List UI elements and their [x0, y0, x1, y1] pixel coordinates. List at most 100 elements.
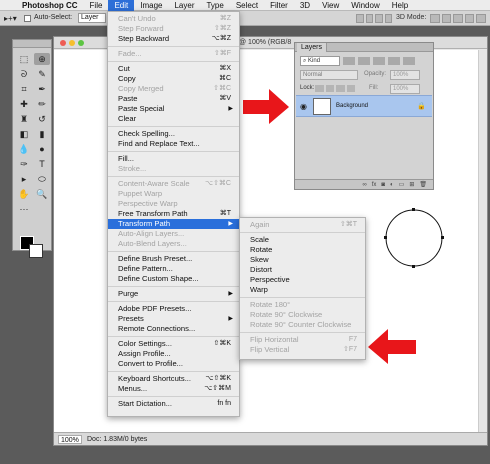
link-icon[interactable]: ∞	[362, 182, 366, 188]
background-color-swatch[interactable]	[29, 244, 43, 258]
type-tool-icon[interactable]: T	[34, 158, 50, 170]
menubar-type[interactable]: Type	[200, 0, 229, 11]
document-info[interactable]: Doc: 1.83M/0 bytes	[87, 436, 147, 443]
menu-separator	[108, 336, 239, 337]
menu-item-warp[interactable]: Warp	[240, 285, 365, 295]
menu-item-assign-profile[interactable]: Assign Profile...	[108, 349, 239, 359]
layer-filter-icons[interactable]	[343, 57, 415, 65]
edit-toolbar-icon[interactable]: ···	[16, 203, 32, 215]
pen-tool-icon[interactable]: ✑	[16, 158, 32, 170]
menu-item-adobe-pdf-presets[interactable]: Adobe PDF Presets...	[108, 304, 239, 314]
menu-item-skew[interactable]: Skew	[240, 255, 365, 265]
quick-select-tool-icon[interactable]: ✎	[34, 68, 50, 80]
menubar-help[interactable]: Help	[386, 0, 414, 11]
menubar-image[interactable]: Image	[134, 0, 168, 11]
menubar-window[interactable]: Window	[345, 0, 385, 11]
layers-footer: ∞ fx ◙ ◐ ▭ ⊞ 🗑	[295, 179, 433, 189]
menu-item-distort[interactable]: Distort	[240, 265, 365, 275]
menu-item-menus[interactable]: Menus... ⌥⇧⌘M	[108, 384, 239, 394]
trash-icon[interactable]: 🗑	[419, 181, 427, 188]
menu-item-transform-path[interactable]: Transform Path ▶	[108, 219, 239, 229]
vertical-scrollbar[interactable]	[478, 50, 487, 433]
history-brush-tool-icon[interactable]: ↺	[34, 113, 50, 125]
menubar-select[interactable]: Select	[230, 0, 264, 11]
new-layer-icon[interactable]: ⊞	[409, 181, 414, 188]
menubar-edit[interactable]: Edit	[108, 0, 135, 11]
layers-panel-header[interactable]: Layers	[295, 43, 433, 52]
hand-tool-icon[interactable]: ✋	[16, 188, 32, 200]
menu-item-flip-horizontal: Flip Horizontal F7	[240, 335, 365, 345]
eraser-tool-icon[interactable]: ◧	[16, 128, 32, 140]
crop-tool-icon[interactable]: ⌗	[16, 83, 32, 95]
menu-item-find-and-replace-text[interactable]: Find and Replace Text...	[108, 139, 239, 149]
menu-item-paste[interactable]: Paste ⌘V	[108, 94, 239, 104]
eyedropper-tool-icon[interactable]: ✒	[34, 83, 50, 95]
menu-item-purge[interactable]: Purge ▶	[108, 289, 239, 299]
menu-item-define-pattern[interactable]: Define Pattern...	[108, 264, 239, 274]
3d-mode-buttons[interactable]	[430, 14, 486, 23]
menubar-3d[interactable]: 3D	[294, 0, 316, 11]
menubar-file[interactable]: File	[84, 0, 109, 11]
auto-select-checkbox[interactable]	[24, 15, 31, 22]
clone-stamp-tool-icon[interactable]: ♜	[16, 113, 32, 125]
folder-icon[interactable]: ▭	[399, 181, 405, 188]
tools-panel: ⬚ ⊕ ᘐ ✎ ⌗ ✒ ✚ ✏ ♜ ↺ ◧ ▮ 💧 ● ✑ T ▸ ⬭ ✋ 🔍 ···	[12, 39, 52, 258]
tools-panel-header[interactable]	[13, 40, 51, 48]
menubar-filter[interactable]: Filter	[264, 0, 294, 11]
layer-row-background[interactable]: ◉ Background 🔒	[296, 95, 432, 117]
close-window-icon[interactable]	[60, 40, 66, 46]
auto-select-dropdown[interactable]: Layer	[78, 13, 106, 23]
align-buttons[interactable]	[356, 14, 392, 23]
ellipse-tool-icon[interactable]: ⬭	[34, 173, 50, 185]
adjustment-icon[interactable]: ◐	[390, 182, 394, 188]
menubar-layer[interactable]: Layer	[168, 0, 200, 11]
fx-icon[interactable]: fx	[372, 182, 377, 188]
gradient-tool-icon[interactable]: ▮	[34, 128, 50, 140]
menu-item-presets[interactable]: Presets ▶	[108, 314, 239, 324]
layers-tab[interactable]: Layers	[297, 43, 328, 52]
app-menu[interactable]: Photoshop CC	[16, 0, 84, 11]
menu-item-copy[interactable]: Copy ⌘C	[108, 74, 239, 84]
lasso-tool-icon[interactable]: ᘐ	[16, 68, 32, 80]
circle-path[interactable]	[383, 207, 445, 269]
menu-item-check-spelling[interactable]: Check Spelling...	[108, 129, 239, 139]
menu-item-step-backward[interactable]: Step Backward ⌥⌘Z	[108, 34, 239, 44]
brush-tool-icon[interactable]: ✏	[34, 98, 50, 110]
dodge-tool-icon[interactable]: ●	[34, 143, 50, 155]
menu-item-free-transform-path[interactable]: Free Transform Path ⌘T	[108, 209, 239, 219]
menu-item-color-settings[interactable]: Color Settings... ⇧⌘K	[108, 339, 239, 349]
menubar-view[interactable]: View	[316, 0, 345, 11]
opacity-field[interactable]: 100%	[390, 70, 420, 80]
menu-item-scale[interactable]: Scale	[240, 235, 365, 245]
blur-tool-icon[interactable]: 💧	[16, 143, 32, 155]
path-select-tool-icon[interactable]: ▸	[16, 173, 32, 185]
menu-item-cut[interactable]: Cut ⌘X	[108, 64, 239, 74]
minimize-window-icon[interactable]	[69, 40, 75, 46]
menu-item-paste-special[interactable]: Paste Special ▶	[108, 104, 239, 114]
menu-item-shortcut: ⌥⇧⌘M	[204, 385, 231, 392]
menu-item-define-custom-shape[interactable]: Define Custom Shape...	[108, 274, 239, 284]
zoom-window-icon[interactable]	[78, 40, 84, 46]
visibility-eye-icon[interactable]: ◉	[300, 102, 307, 111]
fill-field[interactable]: 100%	[390, 84, 420, 94]
zoom-level-field[interactable]: 100%	[58, 435, 82, 444]
menu-item-fill[interactable]: Fill...	[108, 154, 239, 164]
move-tool-preset-icon[interactable]: ▸+▾	[4, 14, 17, 23]
move-tool-icon[interactable]: ⊕	[34, 53, 50, 65]
menu-item-rotate[interactable]: Rotate	[240, 245, 365, 255]
menu-item-convert-to-profile[interactable]: Convert to Profile...	[108, 359, 239, 369]
mask-icon[interactable]: ◙	[381, 182, 385, 188]
menu-item-define-brush-preset[interactable]: Define Brush Preset...	[108, 254, 239, 264]
healing-brush-tool-icon[interactable]: ✚	[16, 98, 32, 110]
zoom-tool-icon[interactable]: 🔍	[34, 188, 50, 200]
marquee-tool-icon[interactable]: ⬚	[16, 53, 32, 65]
blend-mode-dropdown[interactable]: Normal	[300, 70, 358, 80]
menu-item-keyboard-shortcuts[interactable]: Keyboard Shortcuts... ⌥⇧⌘K	[108, 374, 239, 384]
lock-buttons[interactable]	[315, 85, 355, 92]
menu-item-start-dictation[interactable]: Start Dictation... fn fn	[108, 399, 239, 409]
layer-filter-dropdown[interactable]: ⌕ Kind	[300, 56, 340, 66]
menu-item-remote-connections[interactable]: Remote Connections...	[108, 324, 239, 334]
menu-item-perspective[interactable]: Perspective	[240, 275, 365, 285]
menu-item-clear[interactable]: Clear	[108, 114, 239, 124]
menu-item-label: Purge	[118, 289, 139, 298]
